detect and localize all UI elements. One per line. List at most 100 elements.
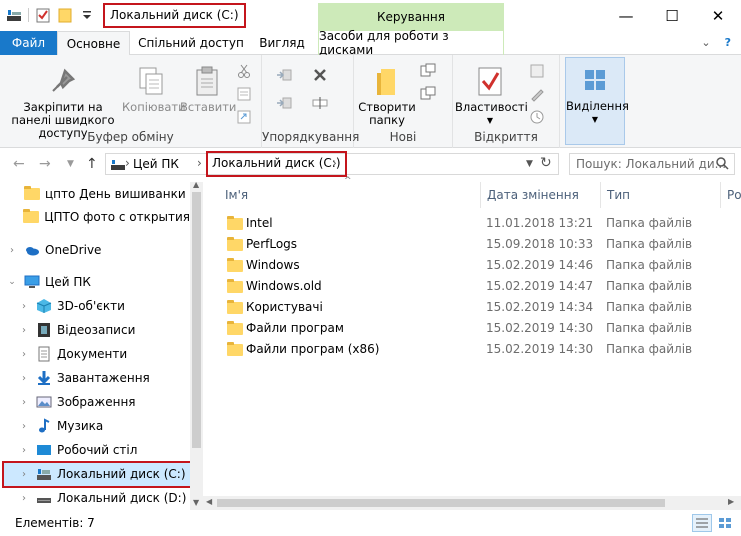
nav-item-documents[interactable]: › Документи xyxy=(0,342,190,366)
expand-chevron-icon[interactable]: › xyxy=(18,325,30,336)
address-crumb-current[interactable]: Локальний диск (C:) xyxy=(206,151,347,177)
collapse-ribbon-icon[interactable]: ⌄ xyxy=(701,36,710,49)
address-chevron-icon[interactable]: › xyxy=(332,156,337,170)
nav-item-this-pc[interactable]: ⌄ Цей ПК xyxy=(0,270,190,294)
qat-dropdown-icon[interactable] xyxy=(79,7,95,23)
nav-item-videos[interactable]: › Відеозаписи xyxy=(0,318,190,342)
clipboard-group: Закріпити на панелі швидкого доступу Коп… xyxy=(0,55,262,148)
nav-item-downloads[interactable]: › Завантаження xyxy=(0,366,190,390)
table-row[interactable]: Intel 11.01.2018 13:21 Папка файлів xyxy=(203,213,723,234)
nav-item-music[interactable]: › Музика xyxy=(0,414,190,438)
nav-item-pictures[interactable]: › Зображення xyxy=(0,390,190,414)
new-folder-qat-icon[interactable] xyxy=(57,7,73,23)
properties-button[interactable]: Властивості ▼ xyxy=(455,65,528,127)
forward-button-icon[interactable]: → xyxy=(39,156,51,172)
scroll-down-icon[interactable]: ▼ xyxy=(193,498,199,507)
edit-icon[interactable] xyxy=(529,86,545,102)
table-row[interactable]: Файли програм (x86) 15.02.2019 14:30 Пап… xyxy=(203,339,723,360)
file-date: 15.02.2019 14:34 xyxy=(486,300,594,314)
select-button[interactable]: Виділення ▼ xyxy=(565,57,629,145)
copy-button[interactable]: Копіювати xyxy=(122,65,186,114)
search-input[interactable]: Пошук: Локальний ди... xyxy=(569,153,735,175)
new-folder-label: Створити папку xyxy=(358,100,416,127)
nav-item-desktop[interactable]: › Робочий стіл xyxy=(0,438,190,462)
horizontal-scrollbar[interactable]: ◀ ▶ xyxy=(203,496,741,510)
pin-quick-access-button[interactable]: Закріпити на панелі швидкого доступу xyxy=(4,65,122,140)
expand-chevron-icon[interactable]: › xyxy=(18,301,30,312)
table-row[interactable]: Файли програм 15.02.2019 14:30 Папка фай… xyxy=(203,318,723,339)
properties-qat-icon[interactable] xyxy=(35,7,51,23)
minimize-button[interactable]: — xyxy=(603,0,649,31)
scroll-right-icon[interactable]: ▶ xyxy=(728,497,734,506)
tab-file[interactable]: Файл xyxy=(0,31,57,55)
downloads-icon xyxy=(36,370,52,386)
help-icon[interactable]: ? xyxy=(725,36,731,49)
folder-icon xyxy=(227,300,243,314)
easy-access-icon[interactable] xyxy=(420,86,436,102)
expand-chevron-icon[interactable]: › xyxy=(18,421,30,432)
table-row[interactable]: Користувачі 15.02.2019 14:34 Папка файлі… xyxy=(203,297,723,318)
music-icon xyxy=(36,418,52,434)
expand-chevron-icon[interactable]: › xyxy=(6,245,18,256)
new-item-icon[interactable] xyxy=(420,63,436,79)
table-row[interactable]: Windows.old 15.02.2019 14:47 Папка файлі… xyxy=(203,276,723,297)
scroll-up-icon[interactable]: ▲ xyxy=(193,180,199,189)
nav-item-3d[interactable]: › 3D-об'єкти xyxy=(0,294,190,318)
copy-to-icon[interactable] xyxy=(276,95,292,111)
recent-locations-icon[interactable]: ▼ xyxy=(67,159,74,169)
expand-chevron-icon[interactable]: › xyxy=(18,397,30,408)
scroll-left-icon[interactable]: ◀ xyxy=(206,497,212,506)
horizontal-scroll-thumb[interactable] xyxy=(217,499,665,507)
table-row[interactable]: Windows 15.02.2019 14:46 Папка файлів xyxy=(203,255,723,276)
expand-chevron-icon[interactable]: › xyxy=(18,445,30,456)
nav-item-onedrive[interactable]: › OneDrive xyxy=(0,238,190,262)
cut-icon[interactable] xyxy=(236,63,252,79)
tab-view[interactable]: Вигляд xyxy=(253,31,311,55)
column-header-date[interactable]: Дата змінення xyxy=(481,182,601,208)
refresh-icon[interactable]: ↻ xyxy=(540,155,552,171)
new-folder-button[interactable]: Створити папку xyxy=(356,65,418,127)
history-icon[interactable] xyxy=(529,109,545,125)
expand-chevron-icon[interactable]: › xyxy=(18,493,30,504)
address-chevron-icon[interactable]: › xyxy=(197,156,202,170)
nav-item-vyshyvanka[interactable]: цпто День вишиванки xyxy=(0,182,190,206)
move-to-icon[interactable] xyxy=(276,67,292,83)
details-view-button[interactable] xyxy=(692,514,712,532)
large-icons-view-button[interactable] xyxy=(715,514,735,532)
expand-chevron-icon[interactable]: › xyxy=(18,349,30,360)
address-chevron-icon[interactable]: › xyxy=(125,156,130,170)
column-header-type[interactable]: Тип xyxy=(601,182,721,208)
nav-item-label: Робочий стіл xyxy=(57,443,138,457)
expand-chevron-icon[interactable]: › xyxy=(18,373,30,384)
maximize-button[interactable]: ☐ xyxy=(649,0,695,31)
expand-chevron-icon[interactable]: › xyxy=(18,469,30,480)
nav-scrollbar[interactable]: ▲ ▼ xyxy=(190,180,203,510)
nav-item-photo[interactable]: ЦПТО фото с открытия xyxy=(0,205,190,229)
tab-disk-tools[interactable]: Засоби для роботи з дисками xyxy=(318,29,504,57)
copy-path-icon[interactable] xyxy=(236,86,252,102)
address-dropdown-icon[interactable]: ▼ xyxy=(526,159,533,169)
paste-button[interactable]: Вставити xyxy=(180,65,236,114)
address-bar[interactable]: › Цей ПК › Локальний диск (C:) › ▼ ↻ xyxy=(105,151,559,177)
column-header-size[interactable]: Ро xyxy=(721,182,741,208)
nav-item-drive-c[interactable]: › Локальний диск (C:) xyxy=(0,462,190,486)
column-header-name[interactable]: Ім'я xyxy=(219,182,481,208)
back-button-icon[interactable]: ← xyxy=(13,156,25,172)
open-icon[interactable] xyxy=(529,63,545,79)
delete-icon[interactable] xyxy=(312,67,328,83)
tab-share[interactable]: Спільний доступ xyxy=(136,31,246,55)
table-row[interactable]: PerfLogs 15.09.2018 10:33 Папка файлів xyxy=(203,234,723,255)
file-type: Папка файлів xyxy=(606,258,693,272)
paste-shortcut-icon[interactable] xyxy=(236,109,252,125)
tab-home[interactable]: Основне xyxy=(57,31,130,56)
nav-item-drive-d[interactable]: › Локальний диск (D:) xyxy=(0,486,190,510)
nav-scroll-thumb[interactable] xyxy=(192,192,201,448)
rename-icon[interactable] xyxy=(312,95,328,111)
address-crumb-this-pc[interactable]: Цей ПК xyxy=(133,157,179,171)
up-button-icon[interactable]: ↑ xyxy=(86,156,98,172)
file-name: Файли програм xyxy=(246,321,344,335)
select-icon xyxy=(579,64,611,96)
collapse-chevron-icon[interactable]: ⌄ xyxy=(6,277,18,287)
close-button[interactable]: ✕ xyxy=(695,0,741,31)
file-name: Windows.old xyxy=(246,279,322,293)
